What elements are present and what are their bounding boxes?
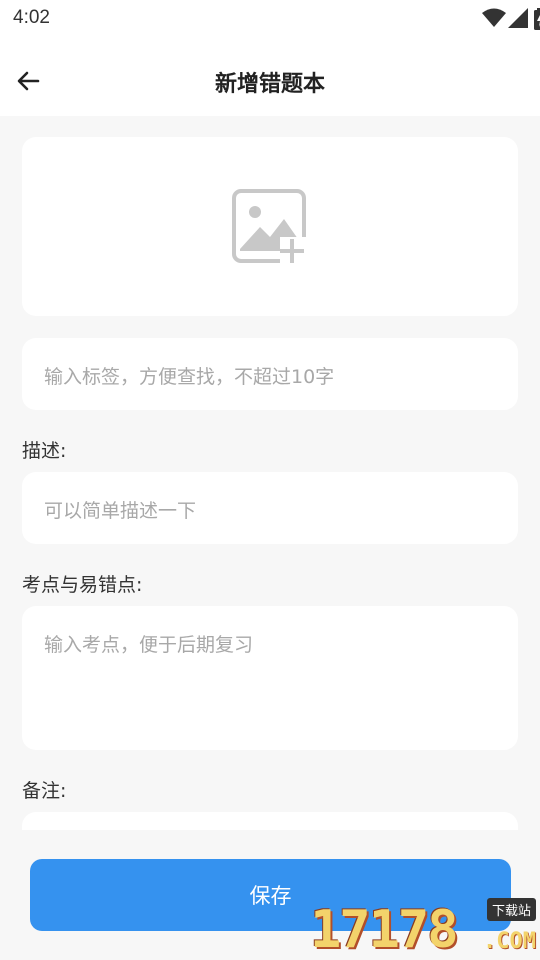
signal-icon [508,8,528,28]
app-bar: 新增错题本 [0,40,540,116]
note-label: 备注: [22,780,67,802]
page-title: 新增错题本 [214,72,325,97]
watermark-digits: 17178 [310,900,459,960]
watermark-suffix: .COM [483,929,536,954]
note-input[interactable] [22,812,518,830]
description-label: 描述: [22,440,67,462]
description-input[interactable]: 可以简单描述一下 [22,472,518,544]
image-upload-area[interactable] [22,137,518,316]
battery-icon [534,8,540,30]
watermark-badge: 下载站 [486,898,536,921]
description-placeholder: 可以简单描述一下 [44,500,197,522]
status-time: 4:02 [13,7,50,28]
points-input[interactable]: 输入考点，便于后期复习 [22,606,518,750]
points-placeholder: 输入考点，便于后期复习 [44,634,254,656]
tag-input[interactable]: 输入标签，方便查找，不超过10字 [22,338,518,410]
tag-placeholder: 输入标签，方便查找，不超过10字 [44,366,335,388]
form-scroll-area[interactable]: 输入标签，方便查找，不超过10字 描述: 可以简单描述一下 考点与易错点: 输入… [0,116,540,830]
add-image-icon [232,188,308,265]
watermark-logo: 17178 下载站 .COM [310,898,536,960]
status-bar: 4:02 [0,0,540,40]
wifi-icon [482,8,506,27]
points-label: 考点与易错点: [22,574,143,596]
